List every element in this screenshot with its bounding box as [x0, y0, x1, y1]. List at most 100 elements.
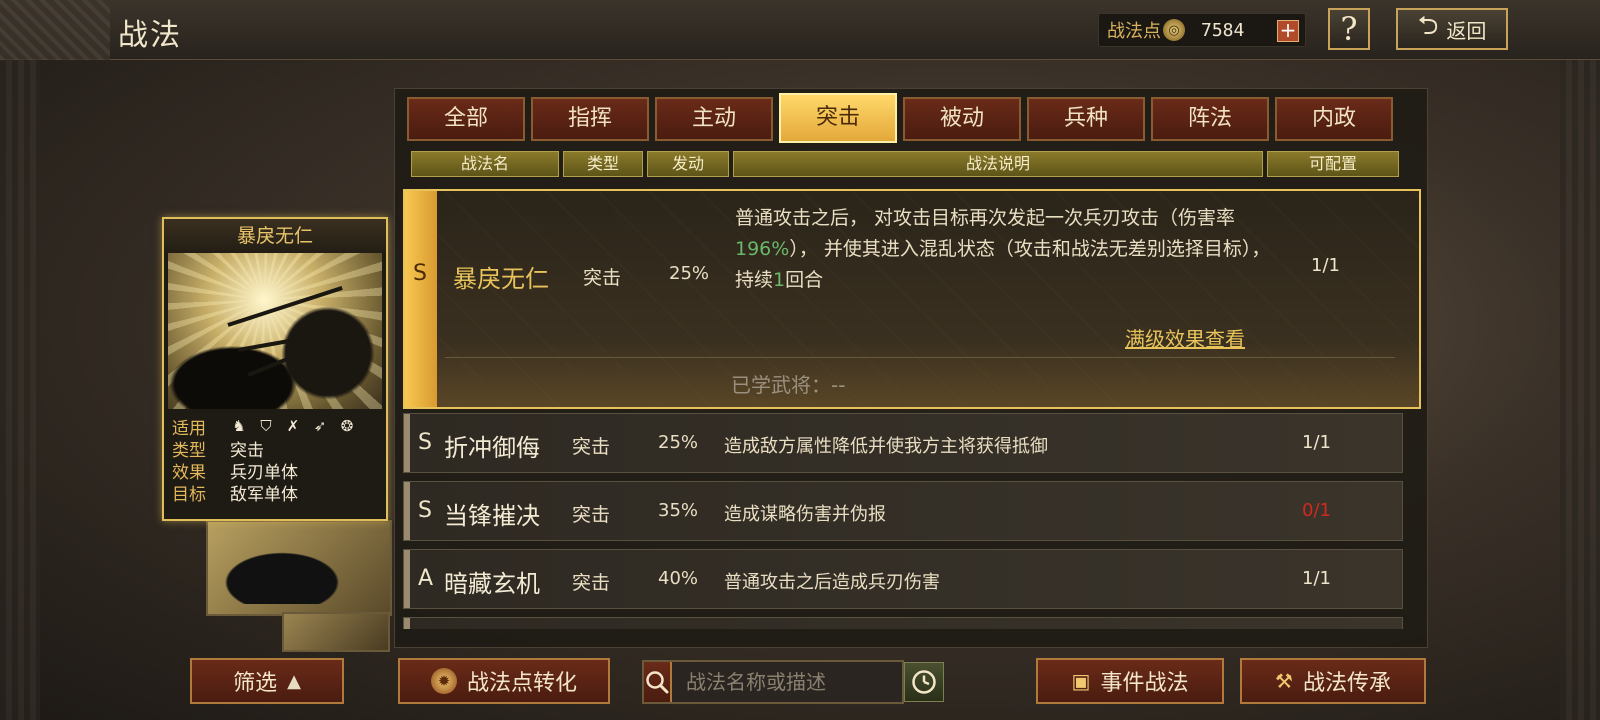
header-type[interactable]: 类型 [563, 151, 643, 177]
filter-label: 筛选 [233, 671, 278, 696]
points-value: 7584 [1201, 19, 1245, 41]
top-bar: 战法 战法点 ◎ 7584 + ? ⮌ 返回 [0, 0, 1600, 60]
skill-name: 折冲御侮 [444, 434, 540, 462]
skill-grade: A [418, 566, 434, 591]
shield-icon: ⛉ [260, 417, 272, 435]
back-label: 返回 [1446, 18, 1487, 43]
bow-icon: ✗ [286, 417, 300, 435]
skill-rate: 25% [669, 263, 710, 284]
desc-text: 回合 [785, 269, 824, 291]
skill-row-partial[interactable] [403, 617, 1403, 629]
event-label: 事件战法 [1100, 671, 1189, 696]
skill-type: 突击 [572, 436, 611, 458]
skill-row[interactable]: S 折冲御侮 突击 25% 造成敌方属性降低并使我方主将获得抵御 1/1 [403, 413, 1403, 473]
convert-points-button[interactable]: ✹ 战法点转化 [398, 658, 610, 704]
left-frame-decoration [0, 60, 40, 720]
coin-icon: ◎ [1163, 19, 1185, 41]
topbar-pattern [0, 0, 110, 60]
event-tactics-button[interactable]: ▣ 事件战法 [1036, 658, 1224, 704]
tab-active[interactable]: 主动 [655, 97, 773, 141]
skill-card: 暴戾无仁 适用 ♞ ⛉ ✗ ➶ ❂ 类型 突击 效果 兵刃单体 目标 敌军单体 [162, 217, 388, 521]
card-artwork [168, 253, 382, 409]
skill-count: 1/1 [1302, 568, 1331, 589]
tab-assault[interactable]: 突击 [779, 93, 897, 143]
cavalry-icon: ♞ [232, 417, 246, 435]
search-bar [642, 660, 935, 704]
spear-shape [247, 335, 342, 377]
tab-command[interactable]: 指挥 [531, 97, 649, 141]
tab-internal[interactable]: 内政 [1275, 97, 1393, 141]
selected-indicator [405, 191, 437, 407]
divider [445, 357, 1395, 358]
back-arrow-icon: ⮌ [1417, 11, 1439, 41]
card-key: 目标 [172, 484, 206, 505]
search-input[interactable] [672, 662, 935, 702]
skill-rate: 35% [658, 500, 699, 521]
skill-rows: S 暴戾无仁 突击 25% 普通攻击之后， 对攻击目标再次发起一次兵刃攻击（伤害… [395, 189, 1429, 629]
card-row-type: 类型 突击 [172, 437, 378, 461]
card-value: 敌军单体 [230, 484, 298, 505]
skill-rate: 40% [658, 568, 699, 589]
troop-icons: ♞ ⛉ ✗ ➶ ❂ [230, 417, 356, 435]
chariot-icon: ❂ [340, 417, 354, 435]
tab-passive[interactable]: 被动 [903, 97, 1021, 141]
tab-formation[interactable]: 阵法 [1151, 97, 1269, 141]
skill-type: 突击 [572, 572, 611, 594]
add-points-button[interactable]: + [1277, 20, 1299, 42]
filter-button[interactable]: 筛选 ▲ [190, 658, 344, 704]
card-stack-back [206, 520, 392, 616]
header-name[interactable]: 战法名 [411, 151, 559, 177]
skill-name: 暗藏玄机 [444, 570, 540, 598]
points-label: 战法点 [1107, 21, 1161, 42]
skill-row[interactable]: S 当锋摧决 突击 35% 造成谋略伤害并伪报 0/1 [403, 481, 1403, 541]
help-button[interactable]: ? [1328, 8, 1370, 50]
max-level-link[interactable]: 满级效果查看 [1125, 323, 1245, 352]
page-title: 战法 [118, 18, 182, 53]
book-icon: ▣ [1071, 669, 1091, 693]
spear-shape [227, 286, 343, 327]
back-button[interactable]: ⮌ 返回 [1396, 8, 1508, 50]
learned-generals: 已学武将：-- [731, 373, 846, 397]
caret-up-icon: ▲ [287, 670, 301, 692]
spear-shape [237, 328, 347, 352]
history-button[interactable] [904, 662, 944, 702]
skill-type: 突击 [572, 504, 611, 526]
skill-grade: S [418, 498, 432, 523]
card-row-troops: 适用 ♞ ⛉ ✗ ➶ ❂ [172, 415, 378, 439]
desc-text: 普通攻击之后， 对攻击目标再次发起一次兵刃攻击（伤害率 [735, 207, 1236, 229]
skill-grade: S [413, 261, 427, 286]
skill-type: 突击 [583, 267, 622, 289]
skill-description: 造成敌方属性降低并使我方主将获得抵御 [724, 436, 1048, 457]
skill-row[interactable]: A 暗藏玄机 突击 40% 普通攻击之后造成兵刃伤害 1/1 [403, 549, 1403, 609]
skill-name: 暴戾无仁 [453, 265, 549, 293]
clock-icon [912, 670, 936, 694]
header-rate[interactable]: 发动 [647, 151, 729, 177]
hammer-icon: ⚒ [1275, 669, 1293, 693]
card-row-effect: 效果 兵刃单体 [172, 459, 378, 483]
category-tabs: 全部 指挥 主动 突击 被动 兵种 阵法 内政 [407, 93, 1393, 143]
right-frame-decoration [1560, 60, 1600, 720]
skill-list-panel: 全部 指挥 主动 突击 被动 兵种 阵法 内政 战法名 类型 发动 战法说明 可… [394, 88, 1428, 648]
tab-all[interactable]: 全部 [407, 97, 525, 141]
skill-rate: 25% [658, 432, 699, 453]
skill-description: 普通攻击之后造成兵刃伤害 [724, 572, 940, 593]
skill-name: 当锋摧决 [444, 502, 540, 530]
damage-rate: 196% [735, 238, 790, 260]
convert-label: 战法点转化 [466, 671, 577, 696]
inherit-tactics-button[interactable]: ⚒ 战法传承 [1240, 658, 1426, 704]
skill-grade: S [418, 430, 432, 455]
skill-count: 1/1 [1302, 432, 1331, 453]
skill-description: 普通攻击之后， 对攻击目标再次发起一次兵刃攻击（伤害率196%）， 并使其进入混… [735, 203, 1275, 296]
column-headers: 战法名 类型 发动 战法说明 可配置 [411, 151, 1411, 177]
header-count[interactable]: 可配置 [1267, 151, 1399, 177]
spear-icon: ➶ [313, 417, 327, 435]
skill-count: 0/1 [1302, 500, 1331, 521]
tactic-points: 战法点 ◎ 7584 + [1098, 13, 1306, 47]
card-info: 适用 ♞ ⛉ ✗ ➶ ❂ 类型 突击 效果 兵刃单体 目标 敌军单体 [164, 409, 386, 509]
search-icon [646, 671, 669, 694]
fire-icon: ✹ [430, 668, 457, 694]
search-button[interactable] [644, 662, 672, 702]
header-desc: 战法说明 [733, 151, 1263, 177]
tab-troop[interactable]: 兵种 [1027, 97, 1145, 141]
skill-row-selected[interactable]: S 暴戾无仁 突击 25% 普通攻击之后， 对攻击目标再次发起一次兵刃攻击（伤害… [403, 189, 1421, 409]
